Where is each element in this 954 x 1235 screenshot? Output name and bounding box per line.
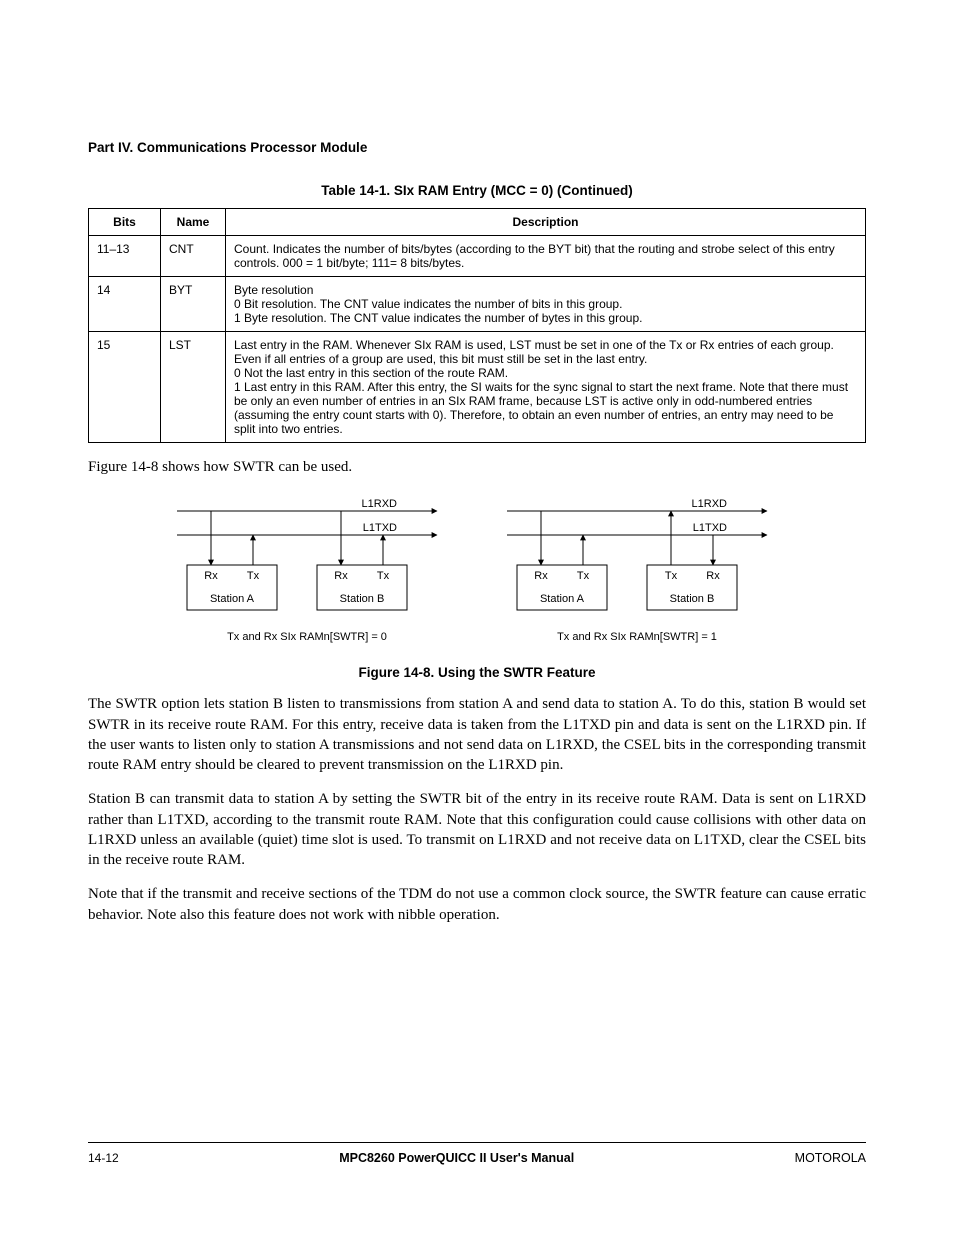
label-rx: Rx (334, 570, 348, 582)
page-footer: 14-12 MPC8260 PowerQUICC II User's Manua… (88, 1142, 866, 1165)
cell-desc: Count. Indicates the number of bits/byte… (226, 236, 866, 277)
part-heading: Part IV. Communications Processor Module (88, 140, 866, 155)
label-tx: Tx (377, 570, 390, 582)
cell-bits: 14 (89, 277, 161, 332)
cell-name: LST (161, 332, 226, 443)
label-l1txd: L1TXD (363, 522, 397, 534)
paragraph: Station B can transmit data to station A… (88, 789, 866, 870)
label-tx: Tx (247, 570, 260, 582)
footer-page-number: 14-12 (88, 1151, 119, 1165)
ram-entry-table: Bits Name Description 11–13 CNT Count. I… (88, 208, 866, 443)
cell-desc: Byte resolution 0 Bit resolution. The CN… (226, 277, 866, 332)
footer-brand: MOTOROLA (795, 1151, 866, 1165)
cell-bits: 15 (89, 332, 161, 443)
label-l1rxd: L1RXD (362, 498, 398, 510)
cell-name: CNT (161, 236, 226, 277)
cell-bits: 11–13 (89, 236, 161, 277)
table-row: 11–13 CNT Count. Indicates the number of… (89, 236, 866, 277)
label-rx: Rx (204, 570, 218, 582)
footer-manual-title: MPC8260 PowerQUICC II User's Manual (339, 1151, 574, 1165)
label-rx: Rx (706, 570, 720, 582)
diagram-left-caption: Tx and Rx SIx RAMn[SWTR] = 0 (227, 631, 387, 643)
label-station-a: Station A (540, 593, 585, 605)
table-row: 14 BYT Byte resolution 0 Bit resolution.… (89, 277, 866, 332)
table-row: 15 LST Last entry in the RAM. Whenever S… (89, 332, 866, 443)
label-station-a: Station A (210, 593, 255, 605)
col-header-name: Name (161, 209, 226, 236)
cell-name: BYT (161, 277, 226, 332)
label-tx: Tx (577, 570, 590, 582)
table-header-row: Bits Name Description (89, 209, 866, 236)
figure-caption: Figure 14-8. Using the SWTR Feature (88, 665, 866, 680)
document-page: Part IV. Communications Processor Module… (0, 0, 954, 1235)
diagram-right-caption: Tx and Rx SIx RAMn[SWTR] = 1 (557, 631, 717, 643)
table-caption: Table 14-1. SIx RAM Entry (MCC = 0) (Con… (88, 183, 866, 198)
figure-reference-text: Figure 14-8 shows how SWTR can be used. (88, 457, 866, 477)
col-header-bits: Bits (89, 209, 161, 236)
col-header-description: Description (226, 209, 866, 236)
label-station-b: Station B (670, 593, 715, 605)
figure-14-8: L1RXD L1TXD Rx Tx Station A Rx Tx Statio… (88, 495, 866, 680)
cell-desc: Last entry in the RAM. Whenever SIx RAM … (226, 332, 866, 443)
label-l1txd: L1TXD (693, 522, 727, 534)
paragraph: Note that if the transmit and receive se… (88, 884, 866, 925)
label-station-b: Station B (340, 593, 385, 605)
label-tx: Tx (665, 570, 678, 582)
label-l1rxd: L1RXD (692, 498, 728, 510)
label-rx: Rx (534, 570, 548, 582)
paragraph: The SWTR option lets station B listen to… (88, 694, 866, 775)
